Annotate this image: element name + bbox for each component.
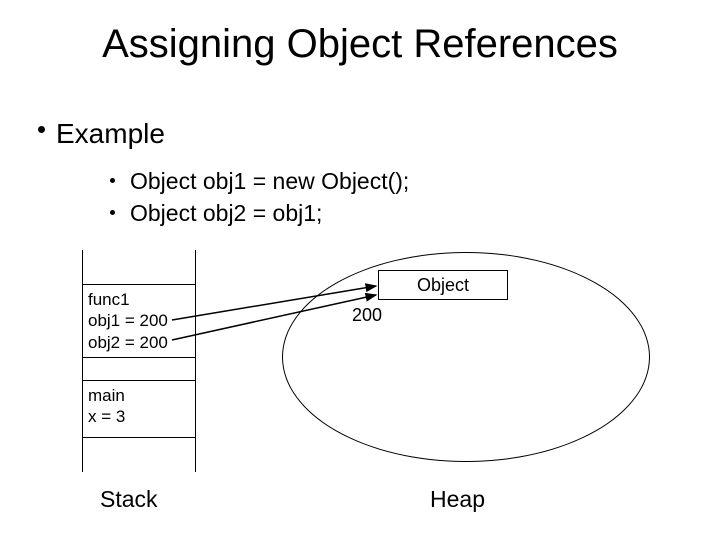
frame-name: func1	[88, 289, 190, 310]
heap-address: 200	[352, 305, 382, 326]
bullet-dot-icon	[110, 210, 115, 215]
bullet-dot-icon	[110, 178, 115, 183]
frame-name: main	[88, 385, 190, 406]
stack-frame-main: main x = 3	[83, 380, 195, 438]
stack-column: func1 obj1 = 200 obj2 = 200 main x = 3	[82, 250, 196, 472]
heap-label: Heap	[430, 486, 485, 513]
bullet-dot-icon	[38, 126, 45, 133]
slide: Assigning Object References Example Obje…	[0, 0, 720, 540]
code-line-2: Object obj2 = obj1;	[130, 200, 322, 227]
stack-label: Stack	[100, 486, 158, 513]
frame-var-x: x = 3	[88, 406, 190, 427]
stack-frame-func1: func1 obj1 = 200 obj2 = 200	[83, 284, 195, 358]
code-line-1: Object obj1 = new Object();	[130, 168, 409, 195]
bullet-example: Example	[56, 118, 165, 150]
frame-var-obj1: obj1 = 200	[88, 310, 190, 331]
slide-title: Assigning Object References	[0, 22, 720, 67]
heap-object-box: Object	[378, 270, 508, 300]
frame-var-obj2: obj2 = 200	[88, 332, 190, 353]
